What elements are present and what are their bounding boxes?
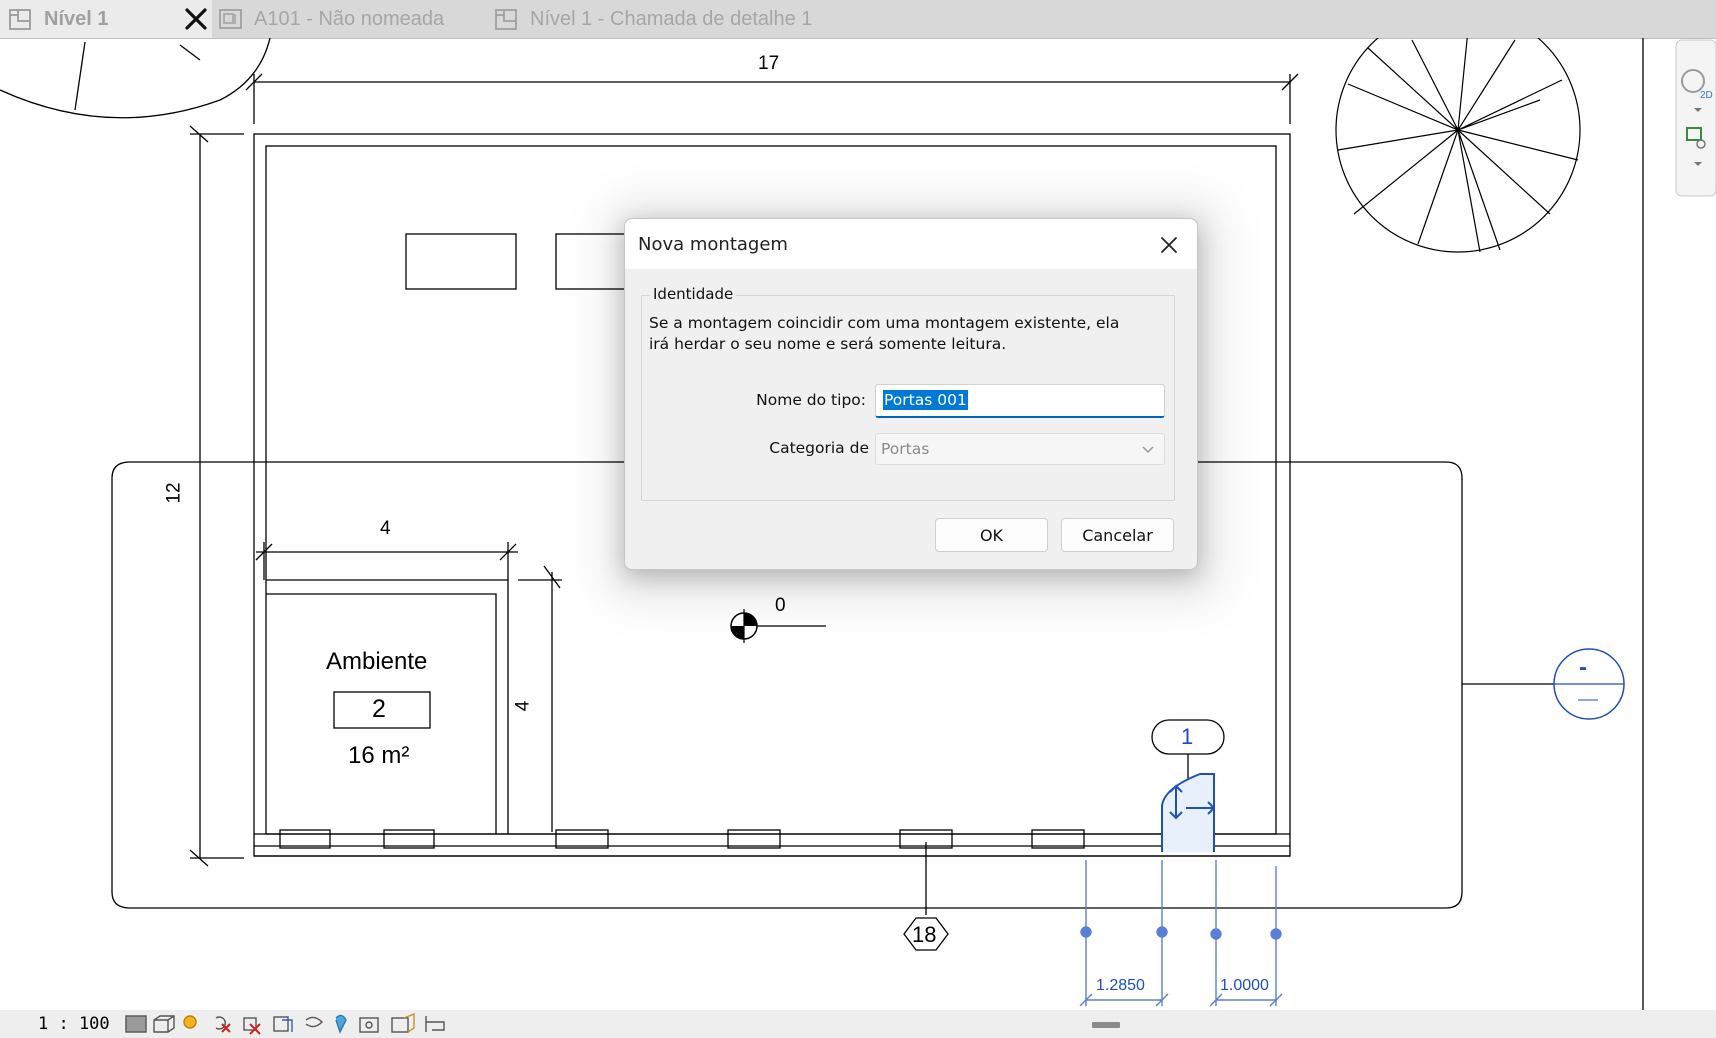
tab-label: Nível 1	[44, 7, 109, 30]
wall-tag[interactable]: 18	[912, 922, 936, 948]
analytical-model-icon	[391, 1017, 409, 1033]
section-tag[interactable]: -	[1579, 654, 1587, 682]
temp-dimension-a[interactable]: 1.2850	[1096, 977, 1145, 995]
category-label: Categoria de	[769, 439, 869, 457]
tab-nivel-1[interactable]: Nível 1	[0, 0, 212, 38]
dimension-top[interactable]: 17	[758, 53, 779, 75]
dimension-room-height[interactable]: 4	[512, 701, 534, 712]
close-icon[interactable]	[182, 4, 210, 34]
view-control-bar: 1 : 100	[0, 1010, 1716, 1038]
tab-chamada-de-detalhe[interactable]: Nível 1 - Chamada de detalhe 1	[494, 0, 812, 38]
room-number[interactable]: 2	[372, 695, 386, 724]
svg-text:2D: 2D	[1700, 90, 1713, 101]
sun-path-icon	[183, 1015, 197, 1029]
sheet-view-icon	[219, 9, 242, 29]
dimension-left[interactable]: 12	[164, 482, 186, 503]
bottom-windows	[279, 829, 1085, 849]
tab-label: A101 - Não nomeada	[254, 7, 445, 30]
room-name[interactable]: Ambiente	[326, 648, 427, 676]
type-name-input[interactable]: Portas 001	[875, 384, 1165, 418]
origin-label: 0	[775, 595, 786, 616]
constraints-icon	[425, 1016, 445, 1032]
floor-plan-view-icon	[495, 9, 517, 30]
door-element[interactable]	[1161, 773, 1216, 852]
floor-plan-view-icon	[9, 9, 31, 30]
navigation-bar[interactable]: 2D	[1675, 39, 1716, 197]
crop-region-icon	[273, 1016, 289, 1032]
view-tab-bar: Nível 1 A101 - Não nomeada Nível 1 - Cha…	[0, 0, 1716, 39]
dialog-titlebar[interactable]: Nova montagem	[625, 219, 1197, 269]
detail-level-icon	[125, 1015, 147, 1033]
dialog-title: Nova montagem	[638, 234, 788, 255]
section-marker[interactable]	[1553, 648, 1625, 720]
chevron-down-icon	[1142, 446, 1154, 454]
cancel-button[interactable]: Cancelar	[1061, 518, 1174, 552]
tab-a101[interactable]: A101 - Não nomeada	[218, 0, 444, 38]
reveal-hidden-icon	[335, 1014, 347, 1034]
dialog-description: Se a montagem coincidir com uma montagem…	[649, 314, 1120, 353]
nova-montagem-dialog: Nova montagem Identidade Se a montagem c…	[624, 218, 1198, 570]
type-name-label: Nome do tipo:	[756, 391, 866, 409]
status-bar-grip[interactable]	[1092, 1022, 1120, 1028]
category-select[interactable]: Portas	[875, 433, 1165, 465]
group-label: Identidade	[650, 285, 737, 303]
plant-arc	[0, 38, 271, 119]
dimension-room-width[interactable]: 4	[380, 518, 391, 540]
type-name-value[interactable]: Portas 001	[883, 390, 968, 410]
tree-symbol	[1335, 38, 1581, 253]
ok-button[interactable]: OK	[935, 518, 1048, 552]
worksharing-icon	[359, 1017, 379, 1033]
temp-dimension-b[interactable]: 1.0000	[1220, 977, 1269, 995]
visual-style-icon	[153, 1015, 175, 1033]
temporary-hide-icon	[305, 1016, 323, 1028]
tab-label: Nível 1 - Chamada de detalhe 1	[530, 7, 813, 30]
project-base-point-icon[interactable]	[730, 609, 758, 643]
category-value: Portas	[881, 440, 930, 458]
door-tag[interactable]: 1	[1181, 724, 1193, 750]
room-area[interactable]: 16 m²	[348, 742, 409, 770]
view-scale[interactable]: 1 : 100	[38, 1014, 110, 1034]
view-control-icons[interactable]	[124, 1012, 494, 1036]
close-icon[interactable]	[1155, 231, 1183, 259]
